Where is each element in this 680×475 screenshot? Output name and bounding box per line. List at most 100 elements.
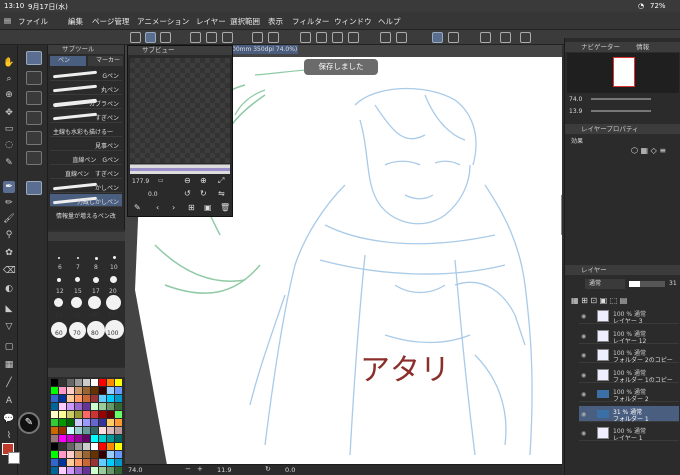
rotate-left-icon[interactable]: ↺ [184,189,191,198]
color-swatch[interactable] [59,451,66,458]
fill-icon[interactable] [380,32,391,43]
color-swatch[interactable] [75,427,82,434]
color-swatch[interactable] [59,395,66,402]
color-swatch[interactable] [91,435,98,442]
menu-layer[interactable]: レイヤー [196,16,226,27]
layer-row[interactable]: ◉ 100 % 通常 レイヤー 1 [579,425,679,442]
lasso-icon[interactable]: ◌ [3,139,15,151]
zoom-in-icon[interactable]: ⊕ [200,176,207,185]
color-swatch[interactable] [107,379,114,386]
color-swatch[interactable] [67,379,74,386]
color-swatch[interactable] [107,427,114,434]
color-swatch[interactable] [91,379,98,386]
color-swatch[interactable] [91,395,98,402]
layer-tool-icons[interactable]: ▦ ⊞ ⊡ ▣ ⬚ ▤ [571,296,627,305]
correct-line-icon[interactable]: ⌇ [3,430,15,442]
size-dot[interactable] [54,298,63,307]
color-swatch[interactable] [99,419,106,426]
brush-item[interactable]: 見事ペン [50,138,122,151]
color-swatch[interactable] [75,419,82,426]
undo-icon[interactable] [252,32,263,43]
eyedrop-tool-icon[interactable]: ⊕ [3,89,15,101]
visibility-icon[interactable]: ◉ [581,391,586,398]
color-swatch[interactable] [99,443,106,450]
color-swatch[interactable] [51,443,58,450]
invert-selection-icon[interactable] [332,32,343,43]
canvas-scrollbar[interactable] [561,195,562,235]
menu-window[interactable]: ウィンドウ [334,16,372,27]
ruler-view-icon[interactable] [480,32,491,43]
size-dot[interactable] [113,256,116,259]
color-swatch[interactable] [67,419,74,426]
color-swatch[interactable] [83,427,90,434]
navigator-zoom-slider[interactable] [591,98,651,100]
layer-row[interactable]: ◉ 100 % 通常 レイヤー 12 [579,328,679,345]
trash-icon[interactable]: 🗑 [220,203,230,212]
color-swatch[interactable] [59,387,66,394]
zoom-out-icon[interactable]: − [185,465,191,473]
color-swatch[interactable] [67,403,74,410]
color-swatch[interactable] [51,395,58,402]
color-swatch[interactable] [83,435,90,442]
quick-access-icon[interactable]: ✎ [18,412,40,434]
reference-icon[interactable] [520,32,531,43]
zoom-icon[interactable]: ⌕ [3,73,15,85]
color-swatch[interactable] [107,467,114,474]
opacity-value[interactable]: 31 [669,280,677,287]
color-swatch[interactable] [59,403,66,410]
color-swatch[interactable] [91,411,98,418]
size-dot[interactable] [88,296,101,309]
color-swatch[interactable] [83,451,90,458]
navigator-zoom[interactable]: 74.0 [569,96,582,103]
pen-mode-icon[interactable] [145,32,156,43]
color-swatch[interactable] [115,379,122,386]
color-swatch[interactable] [91,459,98,466]
color-swatch[interactable] [51,427,58,434]
size-dot[interactable] [71,297,82,308]
color-swatch[interactable] [99,379,106,386]
visibility-icon[interactable]: ◉ [581,352,586,359]
eyedropper-icon[interactable]: ✎ [134,203,141,212]
color-swatch[interactable] [67,411,74,418]
subgroup-selected[interactable] [26,181,42,195]
fill-bucket-icon[interactable]: ◣ [3,303,15,315]
app-icon[interactable]: ▤ [4,16,11,25]
next-icon[interactable]: › [172,203,175,212]
save-icon[interactable] [222,32,233,43]
color-swatch[interactable] [59,419,66,426]
color-swatch[interactable] [91,427,98,434]
color-swatch[interactable] [59,411,66,418]
size-dot[interactable] [106,295,121,310]
color-swatch[interactable] [51,419,58,426]
navigator-preview[interactable] [567,53,679,93]
color-swatch[interactable] [99,467,106,474]
color-swatch[interactable] [107,387,114,394]
color-swatch[interactable] [115,435,122,442]
color-swatch[interactable] [99,451,106,458]
color-swatch[interactable] [59,443,66,450]
blend-mode-select[interactable]: 通常 [585,279,625,289]
color-swatch[interactable] [75,435,82,442]
menu-edit[interactable]: 編集 [68,16,83,27]
color-swatch[interactable] [83,443,90,450]
color-swatch[interactable] [99,411,106,418]
menu-filter[interactable]: フィルター [292,16,329,27]
tab-pen[interactable]: ペン [50,56,86,66]
size-dot[interactable] [58,257,60,259]
subview-preview[interactable] [130,58,230,163]
subgroup-pen[interactable] [26,51,42,65]
brush-item-selected[interactable]: 力蔵しかしペン [50,194,122,207]
color-swatch[interactable] [99,427,106,434]
color-swatch[interactable] [75,387,82,394]
color-swatch[interactable] [67,467,74,474]
color-swatch[interactable] [115,387,122,394]
rotate-icon[interactable]: ↻ [265,465,271,473]
visibility-icon[interactable]: ◉ [581,333,586,340]
brush-item[interactable]: 情報量が増えるペン改 [50,208,122,221]
color-swatch[interactable] [59,427,66,434]
color-swatch[interactable] [59,435,66,442]
ruler-snap-icon[interactable] [432,32,443,43]
brush-item[interactable]: 主線も水彩も描ける一 [50,124,122,137]
navigator-rotation-slider[interactable] [591,110,651,112]
color-swatch[interactable] [75,467,82,474]
